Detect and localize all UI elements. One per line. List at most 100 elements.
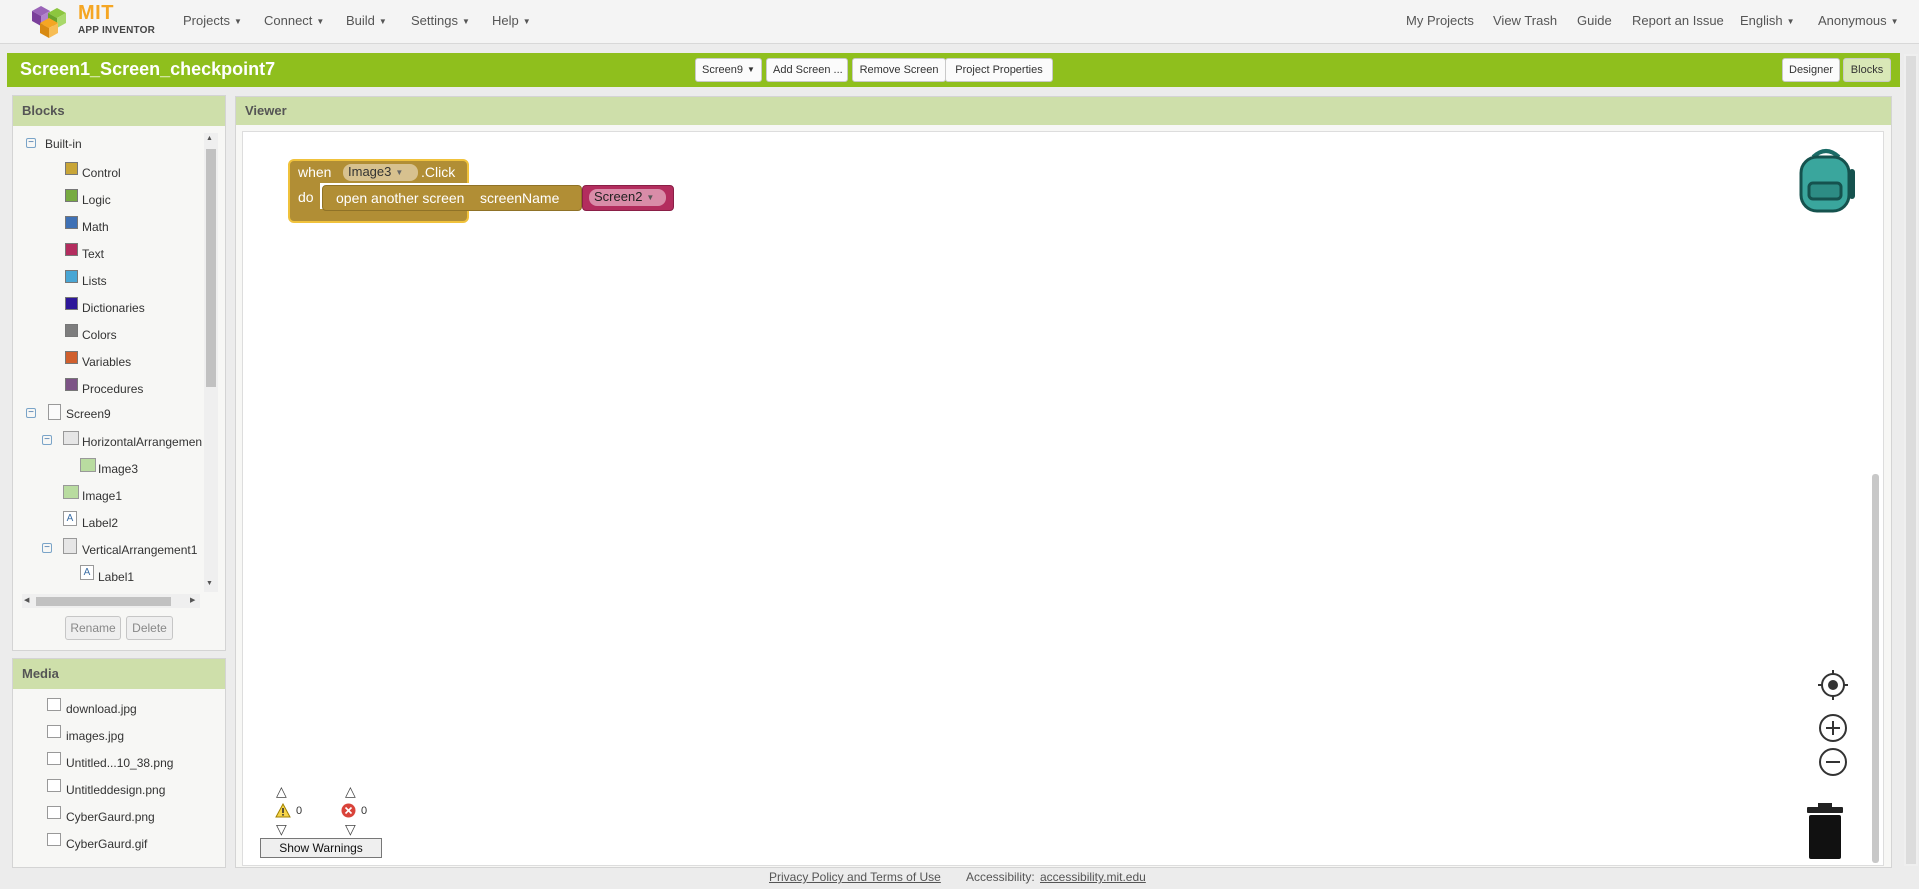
- drawer-variables[interactable]: Variables: [82, 353, 131, 371]
- add-screen-button[interactable]: Add Screen ...: [766, 58, 848, 82]
- page-scrollbar[interactable]: [1904, 54, 1918, 866]
- menu-build[interactable]: Build ▼: [346, 0, 387, 42]
- menu-projects[interactable]: Projects ▼: [183, 0, 242, 42]
- delete-button[interactable]: Delete: [126, 616, 173, 640]
- menu-settings-label: Settings: [411, 13, 458, 28]
- tree-label2[interactable]: Label2: [82, 514, 118, 532]
- drawer-control[interactable]: Control: [82, 164, 121, 182]
- remove-screen-button[interactable]: Remove Screen: [852, 58, 946, 82]
- blocks-tree-vertical-scrollbar[interactable]: ▲ ▼: [204, 133, 218, 592]
- drawer-procedures[interactable]: Procedures: [82, 380, 143, 398]
- project-title: Screen1_Screen_checkpoint7: [20, 59, 276, 79]
- backpack-icon[interactable]: [1791, 145, 1861, 215]
- rename-button[interactable]: Rename: [65, 616, 121, 640]
- drawer-dictionaries[interactable]: Dictionaries: [82, 299, 145, 317]
- image-component-icon: [63, 485, 79, 499]
- recenter-target-icon[interactable]: [1818, 670, 1848, 700]
- media-item[interactable]: images.jpg: [66, 727, 124, 745]
- tree-vertical-arrangement[interactable]: VerticalArrangement1: [82, 541, 197, 559]
- screen-name-dropdown-label: Screen2: [594, 189, 643, 204]
- menu-connect[interactable]: Connect ▼: [264, 0, 324, 42]
- media-item[interactable]: Untitleddesign.png: [66, 781, 165, 799]
- privacy-policy-link[interactable]: Privacy Policy and Terms of Use: [769, 870, 941, 884]
- tree-horizontal-arrangement[interactable]: HorizontalArrangement1: [82, 433, 202, 451]
- media-item[interactable]: download.jpg: [66, 700, 137, 718]
- caret-down-icon: ▼: [522, 17, 531, 26]
- page-scrollbar-thumb[interactable]: [1906, 56, 1916, 864]
- scroll-down-arrow-icon[interactable]: ▼: [206, 580, 213, 587]
- language-selector[interactable]: English ▼: [1740, 0, 1795, 42]
- zoom-in-icon[interactable]: [1818, 713, 1848, 743]
- scroll-up-arrow-icon[interactable]: ▲: [206, 135, 213, 142]
- warning-prev-arrow-icon[interactable]: △: [276, 784, 287, 798]
- drawer-lists[interactable]: Lists: [82, 272, 107, 290]
- screen-select-dropdown[interactable]: Screen9 ▼: [695, 58, 762, 82]
- media-item[interactable]: Untitled...10_38.png: [66, 754, 173, 772]
- nav-my-projects[interactable]: My Projects: [1406, 0, 1474, 42]
- caret-down-icon: ▼: [646, 193, 655, 202]
- blocks-workspace[interactable]: [242, 131, 1884, 866]
- collapse-builtin-icon[interactable]: −: [26, 138, 36, 148]
- menu-settings[interactable]: Settings ▼: [411, 0, 470, 42]
- tree-screen9[interactable]: Screen9: [66, 405, 111, 423]
- logo-mit-text: MIT: [78, 2, 114, 24]
- collapse-screen-icon[interactable]: −: [26, 408, 36, 418]
- horizontal-scrollbar-thumb[interactable]: [36, 597, 171, 606]
- collapse-horizontal-icon[interactable]: −: [42, 435, 52, 445]
- drawer-logic[interactable]: Logic: [82, 191, 111, 209]
- nav-view-trash[interactable]: View Trash: [1493, 0, 1557, 42]
- nav-report-issue[interactable]: Report an Issue: [1632, 0, 1724, 42]
- collapse-vertical-icon[interactable]: −: [42, 543, 52, 553]
- menu-build-label: Build: [346, 13, 375, 28]
- menu-projects-label: Projects: [183, 13, 230, 28]
- drawer-text[interactable]: Text: [82, 245, 104, 263]
- error-next-arrow-icon[interactable]: ▽: [345, 822, 356, 836]
- accessibility-link[interactable]: accessibility.mit.edu: [1040, 870, 1146, 884]
- caret-down-icon: ▼: [395, 168, 404, 177]
- top-navigation-bar: MIT APP INVENTOR Projects ▼ Connect ▼ Buil…: [0, 0, 1919, 44]
- horizontal-arrangement-icon: [63, 431, 79, 445]
- errors-count: 0: [361, 805, 368, 817]
- scroll-right-arrow-icon[interactable]: ▶: [190, 596, 195, 604]
- zoom-out-icon[interactable]: [1818, 747, 1848, 777]
- media-file-icon: [47, 806, 61, 819]
- media-file-icon: [47, 833, 61, 846]
- warning-next-arrow-icon[interactable]: ▽: [276, 822, 287, 836]
- media-item[interactable]: CyberGaurd.png: [66, 808, 155, 826]
- blocks-tree-horizontal-scrollbar[interactable]: ◀ ▶: [22, 594, 200, 608]
- screen-icon: [48, 404, 61, 420]
- menu-connect-label: Connect: [264, 13, 313, 28]
- logo-cubes-icon: [32, 6, 66, 38]
- screen-name-dropdown[interactable]: Screen2 ▼: [589, 189, 666, 206]
- block-param-label: screenName: [480, 190, 560, 206]
- menu-help[interactable]: Help ▼: [492, 0, 531, 42]
- user-menu[interactable]: Anonymous ▼: [1818, 0, 1899, 42]
- blocks-tree-scrollbar-thumb[interactable]: [206, 149, 216, 387]
- media-file-icon: [47, 779, 61, 792]
- tree-image3[interactable]: Image3: [98, 460, 138, 478]
- scroll-left-arrow-icon[interactable]: ◀: [24, 596, 29, 604]
- show-warnings-button[interactable]: Show Warnings: [260, 838, 382, 858]
- app-inventor-logo[interactable]: MIT APP INVENTOR: [28, 1, 158, 41]
- blocks-button[interactable]: Blocks: [1843, 58, 1891, 82]
- drawer-colors[interactable]: Colors: [82, 326, 117, 344]
- component-dropdown[interactable]: Image3 ▼: [343, 164, 418, 181]
- designer-button[interactable]: Designer: [1782, 58, 1840, 82]
- block-do-label: do: [298, 189, 314, 205]
- tree-label1[interactable]: Label1: [98, 568, 134, 586]
- text-color-swatch-icon: [65, 243, 78, 256]
- footer: Privacy Policy and Terms of Use Accessib…: [0, 866, 1919, 889]
- trash-can-icon[interactable]: [1805, 803, 1845, 859]
- caret-down-icon: ▼: [316, 17, 325, 26]
- workspace-scrollbar-thumb[interactable]: [1872, 474, 1879, 863]
- tree-builtin[interactable]: Built-in: [45, 135, 82, 153]
- nav-guide[interactable]: Guide: [1577, 0, 1612, 42]
- project-properties-button[interactable]: Project Properties: [945, 58, 1053, 82]
- caret-down-icon: ▼: [233, 17, 242, 26]
- error-prev-arrow-icon[interactable]: △: [345, 784, 356, 798]
- drawer-math[interactable]: Math: [82, 218, 109, 236]
- media-item[interactable]: CyberGaurd.gif: [66, 835, 147, 853]
- tree-image1[interactable]: Image1: [82, 487, 122, 505]
- project-toolbar: Screen1_Screen_checkpoint7 Screen9 ▼ Add …: [7, 53, 1900, 87]
- language-label: English: [1740, 13, 1783, 28]
